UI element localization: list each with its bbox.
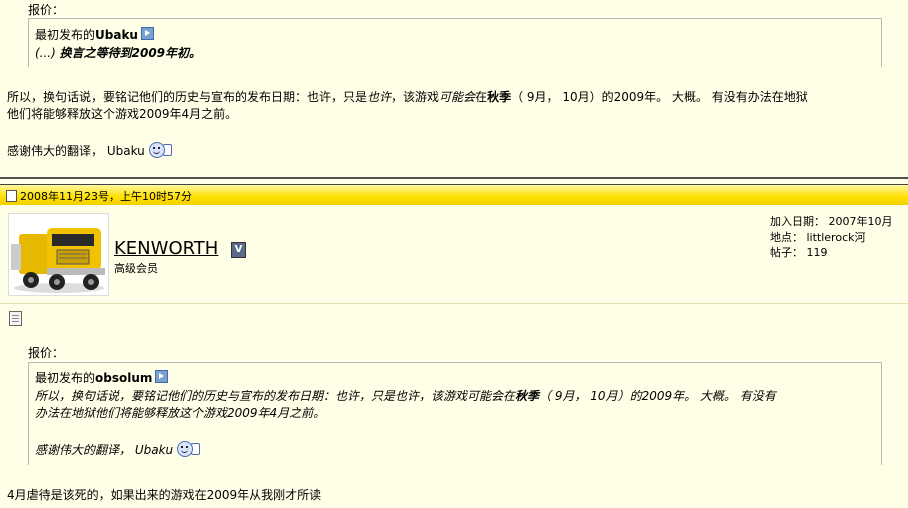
location-value: littlerock河 — [806, 231, 866, 244]
quote-header: 最初发布的Ubaku — [35, 26, 154, 43]
post-header-bar: 2008年11月23号，上午10时57分 — [0, 184, 908, 205]
view-post-icon[interactable] — [155, 370, 169, 383]
text-span: （ 9月， 10月）的2009年。 大概。 有没有 — [539, 389, 776, 403]
quote-label: 报价： — [28, 3, 65, 17]
thumbs-up-smiley-icon — [176, 441, 193, 457]
text-span: 在 — [475, 90, 488, 104]
quote-text-line: 办法在地狱他们将能够释放这个游戏2009年4月之前。 — [35, 406, 326, 420]
join-date: 加入日期： 2007年10月 — [770, 213, 893, 229]
user-info-divider — [0, 303, 908, 304]
text-span: 所以，换句话说，要铭记他们的历史与宣布的发布日期：也许，只是也许，该游戏可能会在 — [35, 389, 516, 403]
posts-label: 帖子： — [770, 246, 803, 259]
text-span: 秋季 — [515, 389, 540, 403]
location-label: 地点： — [770, 231, 803, 244]
posts-value: 119 — [806, 246, 828, 259]
thumbs-up-smiley-icon — [148, 142, 165, 158]
post-count: 帖子： 119 — [770, 244, 828, 260]
quote-header: 最初发布的obsolum — [35, 369, 169, 386]
post-thanks: 感谢伟大的翻译， Ubaku — [7, 142, 172, 159]
post-divider — [0, 177, 908, 179]
quote-author-prefix: 最初发布的 — [35, 28, 96, 42]
quote-author-prefix: 最初发布的 — [35, 371, 96, 385]
text-span: 也许 — [367, 90, 392, 104]
quote-text-line: 所以，换句话说，要铭记他们的历史与宣布的发布日期：也许，只是也许，该游戏可能会在… — [35, 387, 776, 404]
quote-text: (...) 换言之等待到2009年初。 — [35, 44, 201, 61]
username-link[interactable]: KENWORTH — [114, 238, 218, 259]
text-span: ，该游戏 — [391, 90, 440, 104]
quote-thanks: 感谢伟大的翻译， Ubaku — [35, 441, 200, 458]
text-span: 秋季 — [487, 90, 512, 104]
quote-text-body: 换言之等待到2009年初。 — [59, 46, 202, 60]
message-icon — [9, 311, 22, 326]
quote-author: obsolum — [95, 371, 153, 385]
thanks-text: 感谢伟大的翻译， Ubaku — [35, 443, 174, 457]
post-icon — [6, 190, 17, 202]
quote-author: Ubaku — [95, 28, 138, 42]
view-post-icon[interactable] — [140, 27, 154, 40]
post-body-line: 他们将能够释放这个游戏2009年4月之前。 — [7, 107, 238, 121]
user-rank: 高级会员 — [114, 262, 158, 275]
thanks-text: 感谢伟大的翻译， Ubaku — [7, 144, 145, 158]
vip-badge-icon: V — [231, 242, 246, 258]
text-span: 可能会 — [439, 90, 476, 104]
location: 地点： littlerock河 — [770, 229, 866, 245]
join-label: 加入日期： — [770, 215, 825, 228]
quote-label: 报价： — [28, 346, 65, 360]
post-date: 2008年11月23号，上午10时57分 — [20, 190, 192, 203]
quote-text-prefix: (...) — [35, 46, 60, 60]
truck-avatar-image — [9, 214, 108, 295]
text-span: （ 9月， 10月）的2009年。 大概。 有没有办法在地狱 — [511, 90, 808, 104]
post-body-line: 4月虐待是该死的，如果出来的游戏在2009年从我刚才所读 — [7, 488, 322, 502]
quote-box: 最初发布的Ubaku (...) 换言之等待到2009年初。 — [28, 18, 882, 67]
post-body-line: 所以，换句话说，要铭记他们的历史与宣布的发布日期：也许，只是也许，该游戏可能会在… — [7, 88, 808, 105]
join-value: 2007年10月 — [828, 215, 893, 228]
quote-box: 最初发布的obsolum 所以，换句话说，要铭记他们的历史与宣布的发布日期：也许… — [28, 362, 882, 465]
avatar[interactable] — [8, 213, 109, 296]
text-span: 所以，换句话说，要铭记他们的历史与宣布的发布日期：也许，只是 — [7, 90, 368, 104]
